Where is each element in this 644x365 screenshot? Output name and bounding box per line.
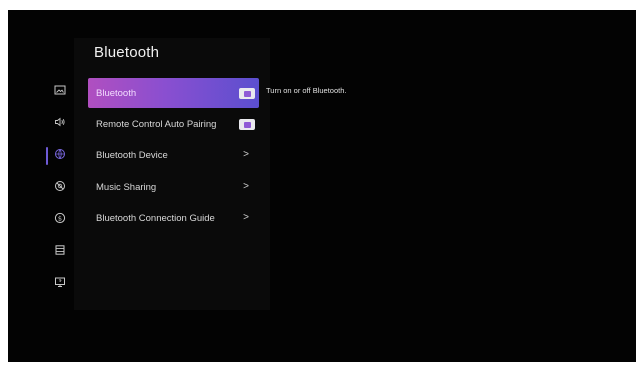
active-indicator [46, 147, 48, 165]
sidebar-item-dollar[interactable]: $ [48, 210, 72, 230]
accessibility-icon [54, 179, 66, 197]
menu-item-connection-guide[interactable]: Bluetooth Connection Guide > [88, 203, 259, 233]
toggle-knob [243, 90, 251, 97]
sound-icon [54, 115, 66, 133]
chevron-right-icon: > [243, 149, 249, 160]
menu-item-label: Music Sharing [96, 181, 157, 193]
sidebar: $ [46, 80, 72, 304]
menu-item-bluetooth[interactable]: Bluetooth [88, 78, 259, 108]
remote-auto-pairing-toggle[interactable] [239, 119, 255, 130]
dollar-icon: $ [54, 211, 66, 229]
menu-item-label: Remote Control Auto Pairing [96, 118, 217, 130]
menu-item-remote-auto-pairing[interactable]: Remote Control Auto Pairing [88, 109, 259, 139]
sidebar-item-accessibility[interactable] [48, 178, 72, 198]
page-title: Bluetooth [94, 44, 160, 61]
sidebar-item-support[interactable] [48, 274, 72, 294]
help-text: Turn on or off Bluetooth. [266, 86, 347, 95]
chevron-right-icon: > [243, 181, 249, 192]
support-screen-icon [54, 275, 66, 293]
menu-item-label: Bluetooth Device [96, 149, 168, 161]
toggle-knob [243, 121, 251, 128]
sidebar-item-picture[interactable] [48, 82, 72, 102]
globe-network-icon [54, 147, 66, 165]
svg-text:$: $ [58, 214, 62, 222]
sidebar-item-network[interactable] [46, 146, 72, 166]
picture-icon [54, 83, 66, 101]
sidebar-item-list[interactable] [48, 242, 72, 262]
chevron-right-icon: > [243, 212, 249, 223]
menu-item-bluetooth-device[interactable]: Bluetooth Device > [88, 140, 259, 170]
sidebar-item-sound[interactable] [48, 114, 72, 134]
menu-item-label: Bluetooth Connection Guide [96, 212, 215, 224]
menu-item-music-sharing[interactable]: Music Sharing > [88, 172, 259, 202]
bluetooth-toggle[interactable] [239, 88, 255, 99]
list-icon [54, 243, 66, 261]
tv-screen: $ Bluetooth Bluetooth Remote Control Aut… [8, 10, 636, 362]
menu-item-label: Bluetooth [96, 87, 137, 99]
